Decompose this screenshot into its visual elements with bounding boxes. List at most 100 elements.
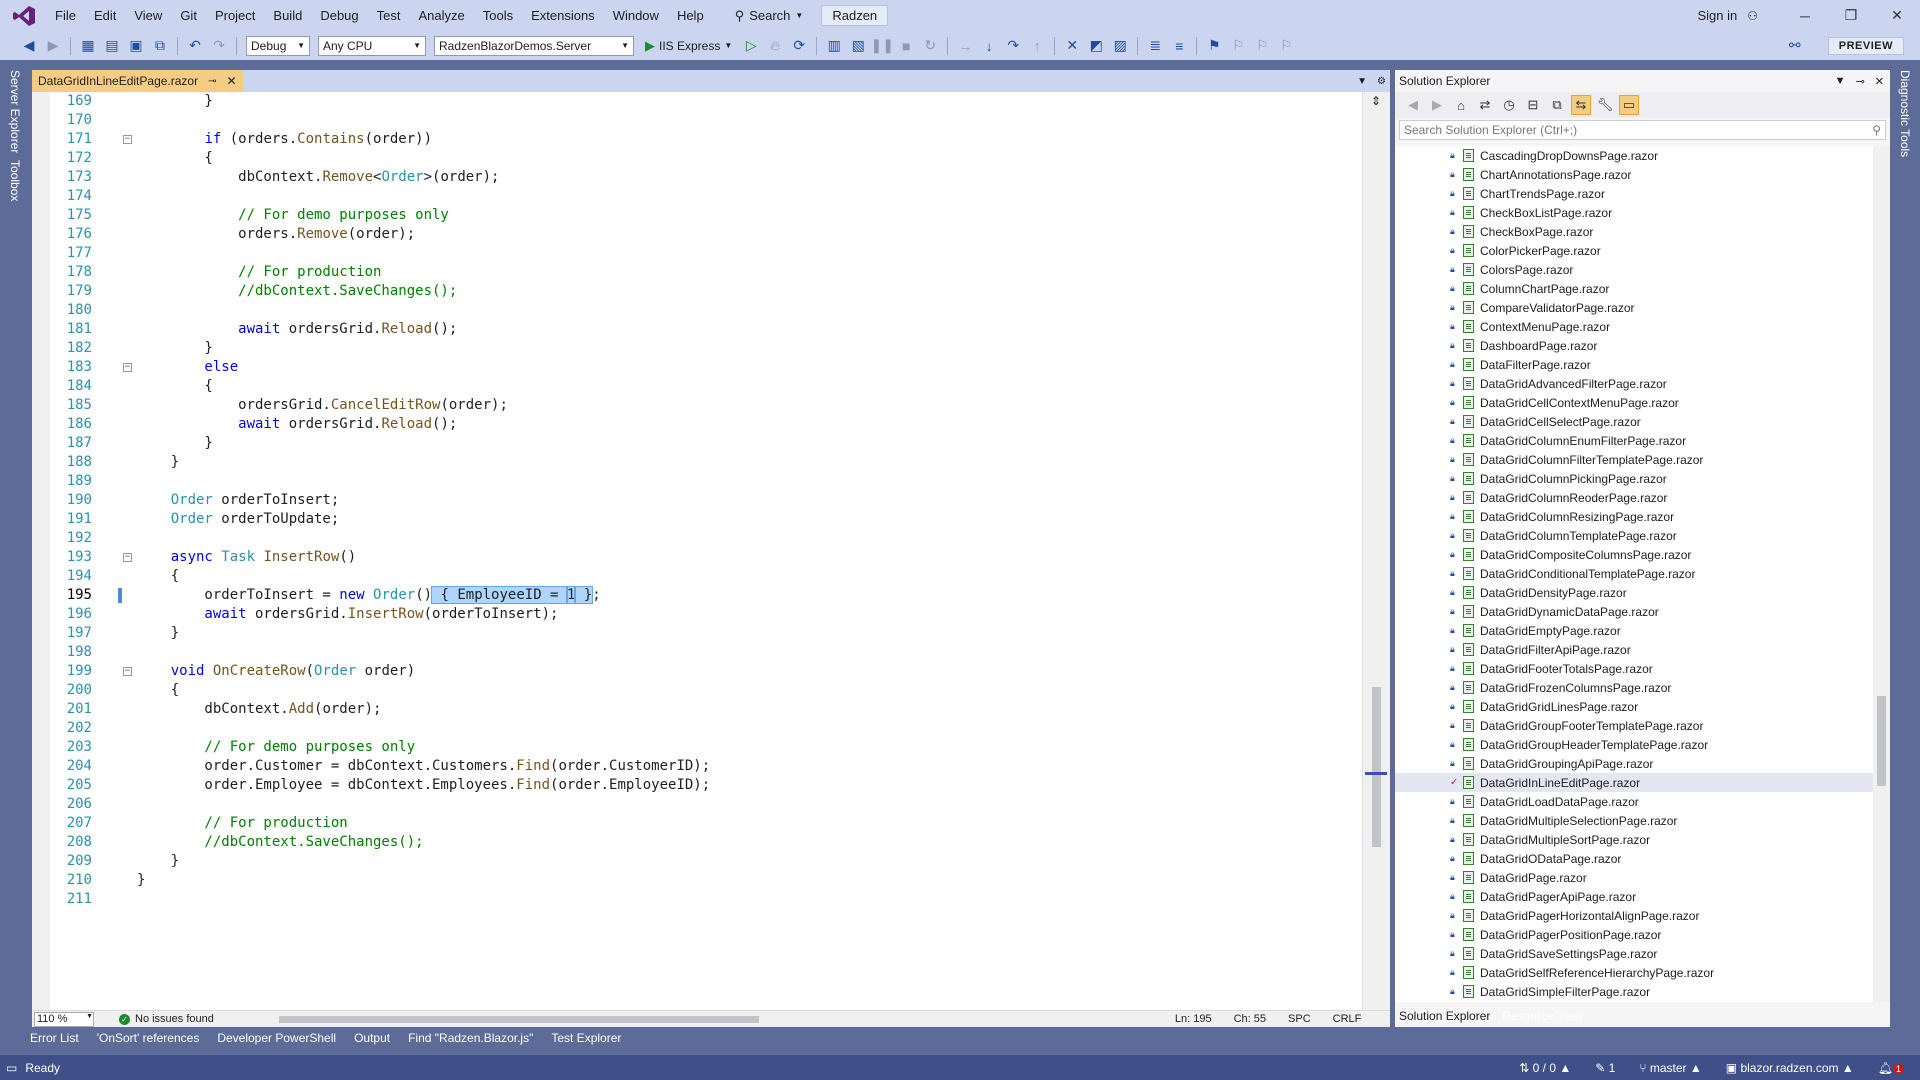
menu-item-project[interactable]: Project bbox=[206, 4, 264, 28]
preview-selected-items-icon[interactable]: ▭ bbox=[1619, 95, 1639, 115]
solution-file-item[interactable]: 🔒︎ DataGridColumnPickingPage.razor bbox=[1395, 469, 1873, 488]
code-line[interactable]: 194 { bbox=[32, 567, 1362, 586]
bottom-tab[interactable]: Developer PowerShell bbox=[217, 1031, 336, 1045]
solution-file-item[interactable]: 🔒︎ ColorsPage.razor bbox=[1395, 260, 1873, 279]
code-line[interactable]: 173 dbContext.Remove<Order>(order); bbox=[32, 168, 1362, 187]
code-line[interactable]: 207 // For production bbox=[32, 814, 1362, 833]
menu-item-git[interactable]: Git bbox=[171, 4, 206, 28]
solution-file-item[interactable]: 🔒︎ DataGridLoadDataPage.razor bbox=[1395, 792, 1873, 811]
code-line[interactable]: 179 //dbContext.SaveChanges(); bbox=[32, 282, 1362, 301]
browse-icon[interactable]: ▥ bbox=[823, 35, 845, 57]
code-line[interactable]: 209 } bbox=[32, 852, 1362, 871]
document-tab[interactable]: DataGridInLineEditPage.razor ⊸ ✕ bbox=[32, 70, 243, 92]
code-line[interactable]: 203 // For demo purposes only bbox=[32, 738, 1362, 757]
solution-file-item[interactable]: 🔒︎ DataGridSimpleFilterPage.razor bbox=[1395, 982, 1873, 1001]
code-line[interactable]: 169 } bbox=[32, 92, 1362, 111]
code-line[interactable]: 202 bbox=[32, 719, 1362, 738]
bookmark-icon[interactable]: ⚑ bbox=[1203, 35, 1225, 57]
output-icon[interactable]: ▭ bbox=[6, 1061, 17, 1075]
show-all-files-icon[interactable]: ⧉ bbox=[1547, 95, 1567, 115]
collapse-region-icon[interactable]: − bbox=[123, 667, 132, 676]
solution-file-item[interactable]: 🔒︎ DataGridGridLinesPage.razor bbox=[1395, 697, 1873, 716]
step-into-icon[interactable]: ↓ bbox=[978, 35, 1000, 57]
save-all-icon[interactable]: ⧉ bbox=[149, 35, 171, 57]
search-menu[interactable]: ⚲ Search ▼ bbox=[727, 4, 812, 28]
code-line[interactable]: 188 } bbox=[32, 453, 1362, 472]
hot-reload-icon[interactable]: 🔥︎ bbox=[764, 35, 786, 57]
step-out-icon[interactable]: ↑ bbox=[1026, 35, 1048, 57]
solution-file-item[interactable]: ✓ DataGridInLineEditPage.razor bbox=[1395, 773, 1873, 792]
collapse-all-icon[interactable]: ⊟ bbox=[1523, 95, 1543, 115]
branch-indicator[interactable]: ⑂ master ▲ bbox=[1639, 1061, 1701, 1075]
issues-indicator[interactable]: ✓ No issues found bbox=[119, 1013, 214, 1025]
sync-with-document-icon[interactable]: ⇆ bbox=[1571, 95, 1591, 115]
solution-file-item[interactable]: 🔒︎ ColorPickerPage.razor bbox=[1395, 241, 1873, 260]
notifications-button[interactable]: 🔔︎ 1 bbox=[1878, 1061, 1904, 1075]
account-icon[interactable]: ⚇ bbox=[1747, 9, 1758, 23]
bottom-tab[interactable]: Test Explorer bbox=[551, 1031, 621, 1045]
solution-file-item[interactable]: 🔒︎ DataGridSaveSettingsPage.razor bbox=[1395, 944, 1873, 963]
whitespace-mode[interactable]: SPC bbox=[1288, 1013, 1311, 1025]
bottom-tab[interactable]: 'OnSort' references bbox=[97, 1031, 200, 1045]
code-line[interactable]: 199 − void OnCreateRow(Order order) bbox=[32, 662, 1362, 681]
code-line[interactable]: 176 orders.Remove(order); bbox=[32, 225, 1362, 244]
bottom-tab[interactable]: Error List bbox=[30, 1031, 79, 1045]
solution-file-item[interactable]: 🔒︎ ColumnChartPage.razor bbox=[1395, 279, 1873, 298]
indent-icon[interactable]: ≡ bbox=[1168, 35, 1190, 57]
solution-file-item[interactable]: 🔒︎ ChartTrendsPage.razor bbox=[1395, 184, 1873, 203]
breakpoint-window-icon[interactable]: ◩ bbox=[1085, 35, 1107, 57]
refresh-icon[interactable]: ⟳ bbox=[788, 35, 810, 57]
solution-file-item[interactable]: 🔒︎ DataGridEmptyPage.razor bbox=[1395, 621, 1873, 640]
solution-file-item[interactable]: 🔒︎ DataGridColumnResizingPage.razor bbox=[1395, 507, 1873, 526]
back-icon[interactable]: ◀ bbox=[18, 35, 40, 57]
code-line[interactable]: 171 − if (orders.Contains(order)) bbox=[32, 130, 1362, 149]
solution-file-item[interactable]: 🔒︎ DataGridAdvancedFilterPage.razor bbox=[1395, 374, 1873, 393]
code-line[interactable]: 189 bbox=[32, 472, 1362, 491]
pin-icon[interactable]: ⊸ bbox=[1856, 75, 1865, 88]
solution-file-item[interactable]: 🔒︎ DataGridColumnReoderPage.razor bbox=[1395, 488, 1873, 507]
platform-dropdown[interactable]: Any CPU ▼ bbox=[318, 35, 426, 56]
tab-list-dropdown-icon[interactable]: ▼ bbox=[1357, 76, 1367, 87]
back-icon[interactable]: ◀ bbox=[1403, 95, 1423, 115]
start-without-debugging-icon[interactable]: ▷ bbox=[740, 35, 762, 57]
zoom-dropdown[interactable]: 110 % ▼ bbox=[34, 1011, 94, 1027]
outdent-icon[interactable]: ≣ bbox=[1144, 35, 1166, 57]
save-icon[interactable]: ▣ bbox=[125, 35, 147, 57]
code-line[interactable]: 211 bbox=[32, 890, 1362, 909]
solution-file-item[interactable]: 🔒︎ ChartAnnotationsPage.razor bbox=[1395, 165, 1873, 184]
code-line[interactable]: 184 { bbox=[32, 377, 1362, 396]
code-line[interactable]: 178 // For production bbox=[32, 263, 1362, 282]
stop-icon[interactable]: ■ bbox=[895, 35, 917, 57]
menu-item-window[interactable]: Window bbox=[604, 4, 668, 28]
code-line[interactable]: 170 bbox=[32, 111, 1362, 130]
close-icon[interactable]: ✕ bbox=[1875, 75, 1884, 88]
menu-item-file[interactable]: File bbox=[46, 4, 85, 28]
step-over-icon[interactable]: ↷ bbox=[1002, 35, 1024, 57]
code-line[interactable]: 177 bbox=[32, 244, 1362, 263]
forward-icon[interactable]: ▶ bbox=[1427, 95, 1447, 115]
solution-file-item[interactable]: 🔒︎ ContextMenuPage.razor bbox=[1395, 317, 1873, 336]
watch-icon[interactable]: ▨ bbox=[1109, 35, 1131, 57]
collapse-region-icon[interactable]: − bbox=[123, 553, 132, 562]
menu-item-tools[interactable]: Tools bbox=[474, 4, 522, 28]
prev-bookmark-icon[interactable]: ⚐ bbox=[1227, 35, 1249, 57]
code-line[interactable]: 205 order.Employee = dbContext.Employees… bbox=[32, 776, 1362, 795]
scrollbar-thumb[interactable] bbox=[1877, 696, 1886, 786]
solution-file-item[interactable]: 🔒︎ DataGridCompositeColumnsPage.razor bbox=[1395, 545, 1873, 564]
menu-item-extensions[interactable]: Extensions bbox=[522, 4, 604, 28]
solution-file-item[interactable]: 🔒︎ DataGridCellContextMenuPage.razor bbox=[1395, 393, 1873, 412]
repo-indicator[interactable]: ▣ blazor.radzen.com ▲ bbox=[1726, 1061, 1854, 1075]
menu-item-help[interactable]: Help bbox=[668, 4, 713, 28]
editor-vertical-scrollbar[interactable]: ⇕ bbox=[1362, 92, 1390, 1010]
undo-icon[interactable]: ↶ bbox=[184, 35, 206, 57]
solution-file-item[interactable]: 🔒︎ DataGridColumnFilterTemplatePage.razor bbox=[1395, 450, 1873, 469]
code-line[interactable]: 208 //dbContext.SaveChanges(); bbox=[32, 833, 1362, 852]
menu-item-debug[interactable]: Debug bbox=[311, 4, 367, 28]
code-line[interactable]: 193 − async Task InsertRow() bbox=[32, 548, 1362, 567]
solution-file-item[interactable]: 🔒︎ DataGridGroupHeaderTemplatePage.razor bbox=[1395, 735, 1873, 754]
code-line[interactable]: 196 await ordersGrid.InsertRow(orderToIn… bbox=[32, 605, 1362, 624]
tab-solution-explorer[interactable]: Solution Explorer bbox=[1395, 1007, 1495, 1025]
code-line[interactable]: 192 bbox=[32, 529, 1362, 548]
solution-file-item[interactable]: 🔒︎ DataGridColumnEnumFilterPage.razor bbox=[1395, 431, 1873, 450]
close-window-button[interactable]: ✕ bbox=[1874, 0, 1920, 31]
